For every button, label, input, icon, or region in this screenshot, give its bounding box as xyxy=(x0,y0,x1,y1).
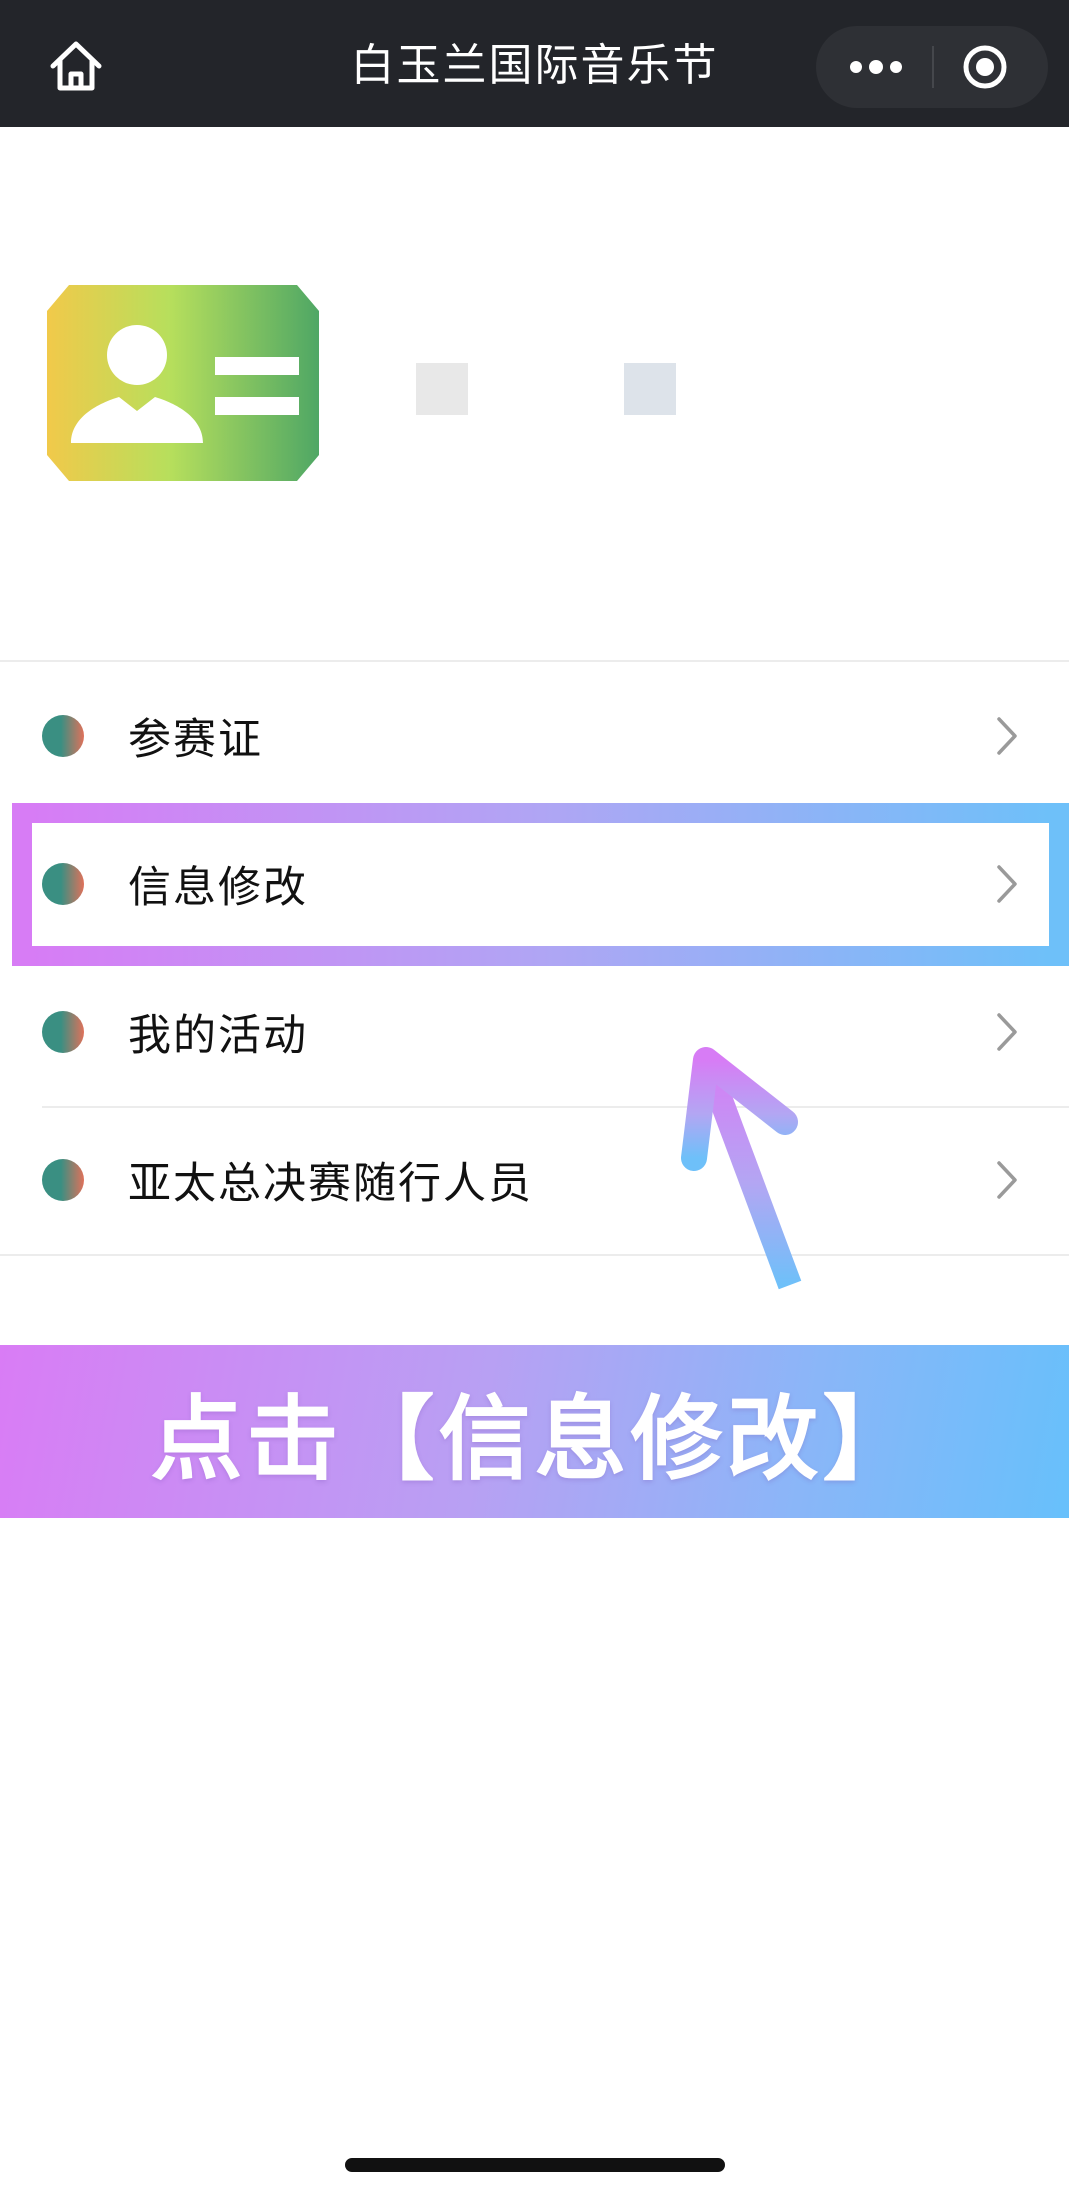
chevron-right-icon xyxy=(992,862,1022,906)
chevron-right-icon xyxy=(992,714,1022,758)
avatar-placeholder xyxy=(416,363,468,415)
bullet-dot-icon xyxy=(42,863,84,905)
instruction-banner: 点击【信息修改】 xyxy=(0,1345,1069,1518)
bullet-dot-icon xyxy=(42,715,84,757)
chevron-right-icon xyxy=(992,1010,1022,1054)
mini-program-capsule xyxy=(816,26,1048,108)
name-placeholder xyxy=(624,363,676,415)
menu-item-my-activities[interactable]: 我的活动 xyxy=(0,958,1069,1106)
menu-item-label: 参赛证 xyxy=(128,715,263,765)
menu-item-entry-pass[interactable]: 参赛证 xyxy=(0,662,1069,810)
target-circle-icon xyxy=(963,45,1007,89)
menu-item-label: 信息修改 xyxy=(128,863,308,913)
menu-list: 参赛证 信息修改 我的活动 亚太总决赛随行人员 xyxy=(0,660,1069,1256)
pointer-arrow-icon xyxy=(681,1047,802,1290)
more-button[interactable] xyxy=(844,46,908,88)
navigation-bar: 白玉兰国际音乐节 xyxy=(0,0,1069,127)
menu-item-edit-info[interactable]: 信息修改 xyxy=(0,810,1069,958)
bullet-dot-icon xyxy=(42,1159,84,1201)
capsule-divider xyxy=(932,46,934,88)
banner-text: 点击【信息修改】 xyxy=(150,1386,919,1493)
id-card-icon xyxy=(47,285,319,481)
more-dots-icon xyxy=(850,60,902,74)
menu-item-label: 我的活动 xyxy=(128,1011,308,1061)
bullet-dot-icon xyxy=(42,1011,84,1053)
menu-item-label: 亚太总决赛随行人员 xyxy=(128,1159,533,1209)
chevron-right-icon xyxy=(992,1158,1022,1202)
close-mini-program-button[interactable] xyxy=(962,44,1008,90)
menu-item-companions[interactable]: 亚太总决赛随行人员 xyxy=(0,1106,1069,1254)
home-indicator xyxy=(345,2158,725,2172)
